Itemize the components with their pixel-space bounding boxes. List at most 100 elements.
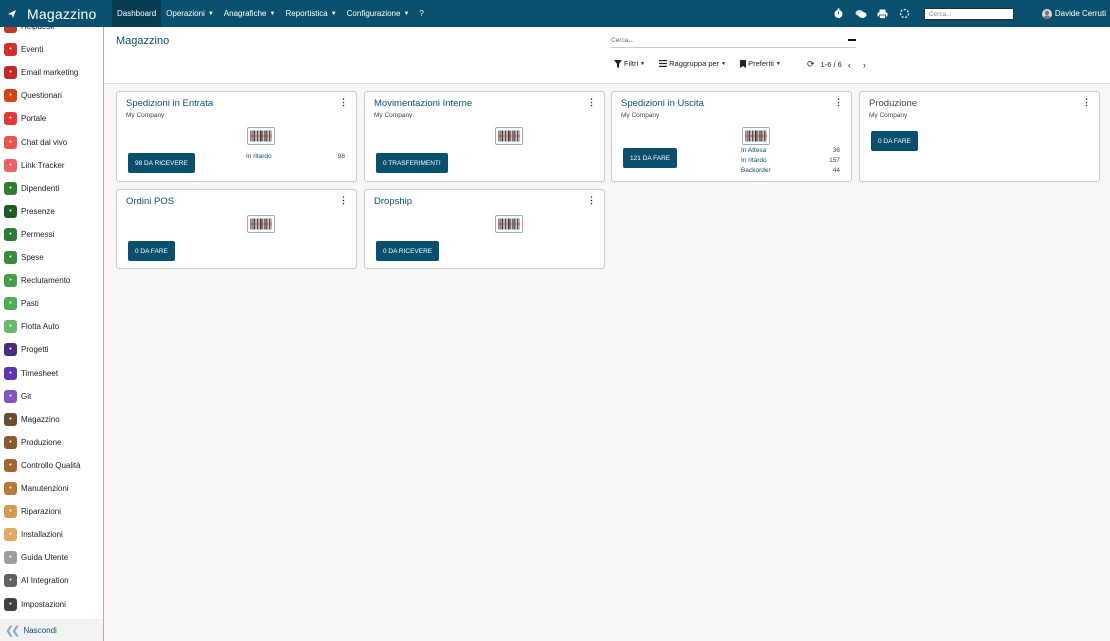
menu-anagrafiche[interactable]: Anagrafiche ▼ [219,0,281,27]
sidebar-item[interactable]: • Helpdesk [0,27,103,38]
card-action-button[interactable]: 0 DA FARE [128,241,175,261]
sidebar-item[interactable]: • Timesheet [0,362,103,385]
sidebar-item-label: Riparazioni [21,507,62,517]
menu-dashboard[interactable]: Dashboard [112,0,162,27]
menu-operazioni[interactable]: Operazioni ▼ [161,0,219,27]
sidebar-item[interactable]: • Link Tracker [0,154,103,177]
stat-row[interactable]: In Attesa 36 [741,147,840,154]
print-icon[interactable] [877,8,889,20]
sidebar-item[interactable]: • Dipendenti [0,177,103,200]
app-menu-icon[interactable] [7,9,17,19]
group-by-button[interactable]: Raggruppa per ▼ [659,59,726,68]
card-action-button[interactable]: 0 DA RICEVERE [376,241,440,261]
card-action-button[interactable]: 0 TRASFERIMENTI [376,153,448,173]
sidebar-item[interactable]: • Eventi [0,38,103,61]
timer-icon[interactable] [833,8,845,20]
sidebar-item[interactable]: • Riparazioni [0,500,103,523]
sidebar-item-label: Impostazioni [21,599,66,609]
sidebar-item[interactable]: • Manutenzioni [0,477,103,500]
navbar-systray: Cerca... Davide Cerruti [828,0,1106,27]
barcode-icon[interactable] [495,127,523,145]
picking-type-card[interactable]: Spedizioni in Uscita My Company ⋮ 121 DA… [611,91,852,182]
stat-row[interactable]: In ritardo 98 [246,153,345,160]
fleet-icon: • [4,320,17,334]
loading-spinner-icon [899,8,911,20]
pager-value[interactable]: 1-6 / 6 [821,60,842,69]
chevron-left-icon[interactable]: ‹ [848,60,851,70]
stat-row[interactable]: In ritardo 157 [741,157,840,164]
pager: ⟳ 1-6 / 6 ‹ › [801,59,872,70]
sidebar-hide-label: Nascondi [23,625,57,635]
menu-help[interactable]: ? [414,0,428,27]
breadcrumb[interactable]: Magazzino [116,35,169,47]
favorites-button[interactable]: Preferiti ▼ [740,59,781,68]
sidebar-item[interactable]: • Presenze [0,200,103,223]
refresh-icon[interactable]: ⟳ [807,59,815,70]
kebab-menu-icon[interactable]: ⋮ [587,97,596,108]
search-toggle-icon[interactable] [848,39,856,41]
card-title[interactable]: Dropship [374,196,412,207]
caret-down-icon: ▼ [403,10,410,17]
sidebar-item[interactable]: • Spese [0,246,103,269]
barcode-icon[interactable] [742,127,770,145]
sidebar-item[interactable]: • Git [0,385,103,408]
sidebar-item-label: AI Integration [21,576,69,586]
sidebar-item[interactable]: • Pasti [0,292,103,315]
sidebar-item[interactable]: • Flotta Auto [0,315,103,338]
search-input[interactable]: Cerca... [610,36,856,48]
caret-down-icon: ▼ [330,10,337,17]
kebab-menu-icon[interactable]: ⋮ [834,97,843,108]
card-title[interactable]: Spedizioni in Entrata [126,98,213,109]
filters-button[interactable]: Filtri ▼ [614,59,645,68]
card-title[interactable]: Movimentazioni Interne [374,98,472,109]
picking-type-card[interactable]: Spedizioni in Entrata My Company ⋮ 98 DA… [116,91,357,182]
barcode-icon[interactable] [495,215,523,233]
ai-icon: • [4,574,17,588]
menu-configurazione[interactable]: Configurazione ▼ [342,0,415,27]
picking-type-card[interactable]: Ordini POS ⋮ 0 DA FARE [116,189,357,269]
user-menu[interactable]: Davide Cerruti [1041,8,1106,19]
sidebar-item[interactable]: • Magazzino [0,408,103,431]
sidebar-item[interactable]: • Controllo Qualità [0,454,103,477]
double-chevron-left-icon: ❮❮ [5,624,21,637]
sidebar-item[interactable]: • Chat dal vivo [0,131,103,154]
sidebar-hide-button[interactable]: ❮❮ Nascondi [0,619,103,641]
card-action-button[interactable]: 98 DA RICEVERE [128,153,195,173]
picking-type-card[interactable]: Dropship ⋮ 0 DA RICEVERE [364,189,605,269]
menu-reportistica[interactable]: Reportistica ▼ [280,0,341,27]
card-title[interactable]: Ordini POS [126,196,174,207]
sidebar-item[interactable]: • Impostazioni [0,593,103,616]
card-action-button[interactable]: 121 DA FARE [623,148,678,168]
sidebar-item[interactable]: • Progetti [0,338,103,361]
sidebar-item-label: Permessi [21,229,55,239]
sidebar-item[interactable]: • Guida Utente [0,546,103,569]
kebab-menu-icon[interactable]: ⋮ [339,97,348,108]
sidebar-item[interactable]: • Produzione [0,431,103,454]
caret-down-icon: ▼ [721,60,727,67]
kebab-menu-icon[interactable]: ⋮ [339,195,348,206]
kebab-menu-icon[interactable]: ⋮ [1082,97,1091,108]
sidebar-item[interactable]: • Portale [0,107,103,130]
picking-type-card[interactable]: Produzione My Company ⋮ 0 DA FARE [859,91,1100,182]
card-company: My Company [374,112,413,119]
sidebar-item[interactable]: • Permessi [0,223,103,246]
barcode-icon[interactable] [247,215,275,233]
kebab-menu-icon[interactable]: ⋮ [587,195,596,206]
sidebar-item[interactable]: • Questionari [0,84,103,107]
card-action-button[interactable]: 0 DA FARE [871,131,918,151]
picking-type-card[interactable]: Movimentazioni Interne My Company ⋮ 0 TR… [364,91,605,182]
chat-icon[interactable] [855,8,867,20]
card-title[interactable]: Produzione [869,98,917,109]
barcode-icon[interactable] [247,127,275,145]
sidebar-item-label: Dipendenti [21,183,60,193]
app-brand[interactable]: Magazzino [0,6,112,22]
stat-row[interactable]: Backorder 44 [741,167,840,174]
sidebar-item[interactable]: • Email marketing [0,61,103,84]
list-icon [659,60,668,67]
navbar-search-input[interactable]: Cerca... [923,7,1014,20]
sidebar-item[interactable]: • AI Integration [0,569,103,592]
sidebar-item[interactable]: • Installazioni [0,523,103,546]
card-title[interactable]: Spedizioni in Uscita [621,98,704,109]
sidebar-item[interactable]: • Reclutamento [0,269,103,292]
chevron-right-icon[interactable]: › [863,60,866,70]
